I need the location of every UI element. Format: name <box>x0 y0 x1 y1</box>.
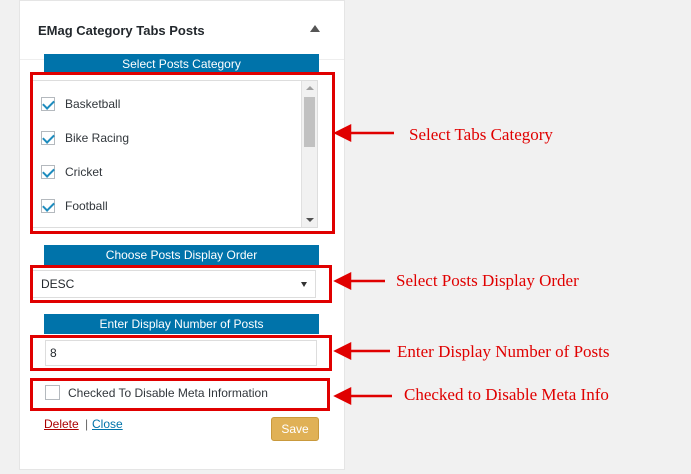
arrow-left-icon <box>333 123 352 143</box>
display-number-annotation: Enter Display Number of Posts <box>397 342 610 361</box>
arrow-left-icon <box>333 271 352 291</box>
arrow-left-icon <box>333 386 352 406</box>
arrow-left-icon <box>333 341 352 361</box>
tabs-category-annotation: Select Tabs Category <box>409 125 553 144</box>
display-order-annotation: Select Posts Display Order <box>396 271 579 290</box>
disable-meta-annotation: Checked to Disable Meta Info <box>404 385 609 404</box>
